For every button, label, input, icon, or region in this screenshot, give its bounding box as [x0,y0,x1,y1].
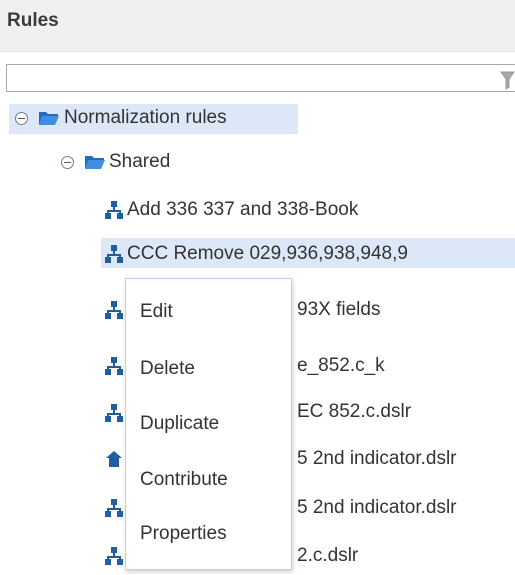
folder-open-icon [39,112,59,125]
rule-tree-icon [105,404,123,422]
folder-open-icon [85,156,105,169]
context-menu-contribute[interactable]: Contribute [140,468,228,492]
context-menu-delete[interactable]: Delete [140,357,195,381]
rule-tree-icon [105,499,123,517]
shared-expander-button[interactable] [61,156,74,169]
context-menu: Edit Delete Duplicate Contribute Propert… [125,278,292,570]
rules-filter-input[interactable] [6,64,515,92]
root-expander-button[interactable] [15,112,28,125]
rule-label[interactable]: 93X fields [297,298,380,322]
rules-panel: Rules Normalization rules Shared Add 336… [0,0,515,575]
rule-label[interactable]: 2.c.dslr [297,544,358,568]
rule-label[interactable]: 5 2nd indicator.dslr [297,496,457,520]
panel-title: Rules [7,10,59,31]
rule-label[interactable]: CCC Remove 029,936,938,948,9 [127,242,408,266]
rule-tree-icon [105,201,123,219]
context-menu-duplicate[interactable]: Duplicate [140,412,219,436]
rule-label[interactable]: e_852.c_k [297,354,385,378]
tree-root-label[interactable]: Normalization rules [64,106,227,130]
rule-tree-icon [105,301,123,319]
tree-shared-label[interactable]: Shared [109,150,170,174]
context-menu-properties[interactable]: Properties [140,522,227,546]
rule-label[interactable]: 5 2nd indicator.dslr [297,447,457,471]
rule-tree-icon [105,357,123,375]
rule-label[interactable]: Add 336 337 and 338-Book [127,198,358,222]
panel-header: Rules [0,0,515,52]
home-icon [106,451,122,467]
rule-tree-icon [105,245,123,263]
rule-tree-icon [105,547,123,565]
filter-icon[interactable] [500,70,515,90]
rule-label[interactable]: EC 852.c.dslr [297,400,411,424]
context-menu-edit[interactable]: Edit [140,300,173,324]
